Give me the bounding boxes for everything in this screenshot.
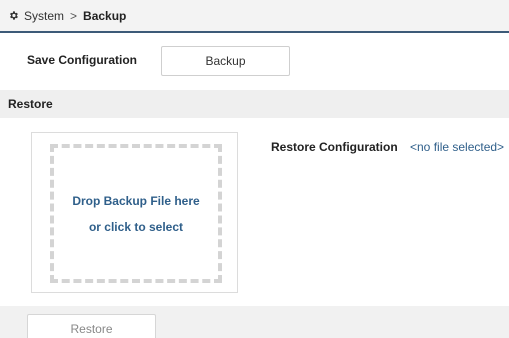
backup-button[interactable]: Backup	[161, 46, 290, 76]
footer-bar: Restore	[0, 306, 509, 338]
restore-button[interactable]: Restore	[27, 314, 156, 338]
breadcrumb: System > Backup	[0, 0, 509, 33]
dropzone-text-line2: or click to select	[88, 219, 184, 234]
breadcrumb-current: Backup	[83, 8, 127, 23]
dropzone-text-line1: Drop Backup File here	[72, 193, 200, 208]
restore-configuration-label: Restore Configuration	[271, 140, 398, 154]
breadcrumb-separator: >	[70, 8, 78, 23]
backup-page: System > Backup Save Configuration Backu…	[0, 0, 509, 338]
gear-icon	[10, 11, 18, 20]
dropzone-dashed-area[interactable]: Drop Backup File here or click to select	[50, 144, 222, 283]
save-configuration-row: Save Configuration Backup	[0, 40, 509, 80]
file-status: <no file selected>	[410, 140, 505, 154]
restore-section-header: Restore	[0, 90, 509, 118]
breadcrumb-parent[interactable]: System	[24, 9, 64, 23]
file-dropzone[interactable]: Drop Backup File here or click to select	[31, 132, 238, 293]
save-configuration-label: Save Configuration	[27, 53, 138, 67]
